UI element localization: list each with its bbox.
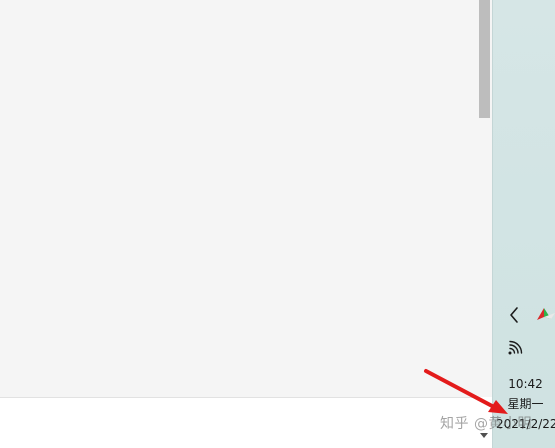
- clock-time[interactable]: 10:42: [496, 376, 555, 392]
- chevron-left-icon[interactable]: [506, 304, 524, 326]
- wifi-icon[interactable]: [505, 338, 527, 358]
- clock-date[interactable]: 2021/2/22: [496, 416, 555, 432]
- chevron-down-icon[interactable]: [480, 433, 488, 438]
- scrollbar-bottom-cell: [478, 397, 492, 448]
- bottom-bar: [0, 397, 478, 448]
- app-tray-icon[interactable]: [535, 303, 555, 323]
- app-content-area: [0, 0, 478, 397]
- clock-weekday[interactable]: 星期一: [496, 396, 555, 412]
- desktop-screen: 10:42 星期一 2021/2/22 知乎 @黄小明: [0, 0, 555, 448]
- scrollbar-thumb[interactable]: [479, 0, 490, 118]
